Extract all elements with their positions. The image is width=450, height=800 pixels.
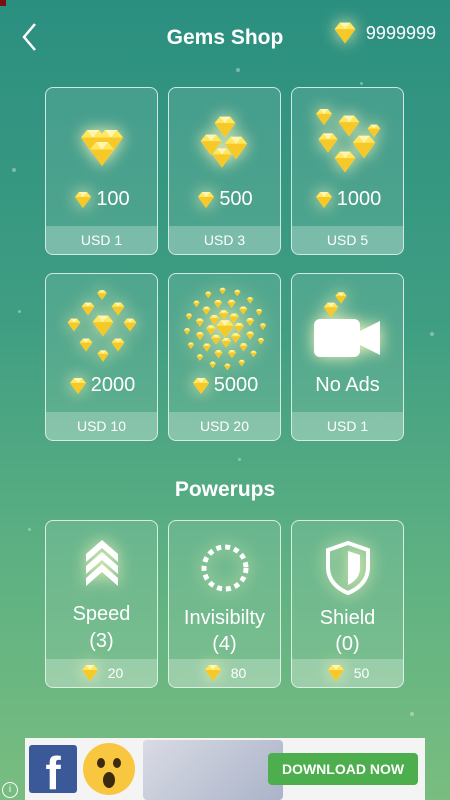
dashed-circle-icon (169, 521, 280, 615)
powerup-name: Speed (72, 603, 131, 625)
sparkle (28, 528, 31, 531)
powerup-shield[interactable]: Shield (0) 50 (291, 520, 404, 688)
gem-icon (196, 190, 216, 210)
shield-icon (292, 521, 403, 615)
facebook-logo-icon: f (29, 745, 77, 799)
price-label: USD 20 (169, 412, 280, 440)
shop-item-no-ads[interactable]: No Ads USD 1 (291, 273, 404, 441)
sparkle (430, 332, 434, 336)
section-title: Powerups (174, 478, 276, 501)
price-label: USD 10 (46, 412, 157, 440)
shop-item-2000[interactable]: 2000 USD 10 (45, 273, 158, 441)
no-ads-label: No Ads (315, 374, 380, 396)
ad-info-icon[interactable]: i (2, 782, 18, 798)
powerup-name: Shield (319, 607, 376, 629)
gem-amount: 2000 (46, 374, 157, 397)
sparkle (360, 82, 363, 85)
gem-icon (73, 190, 93, 210)
gem-icon (68, 376, 88, 396)
gems-small-icon (46, 88, 157, 198)
shop-item-1000[interactable]: 1000 USD 5 (291, 87, 404, 255)
sparkle (18, 310, 21, 313)
price-label: USD 1 (46, 226, 157, 254)
shop-item-100[interactable]: 100 USD 1 (45, 87, 158, 255)
price-label: USD 5 (292, 226, 403, 254)
gem-amount: 500 (169, 188, 280, 211)
powerup-cost: 20 (46, 659, 157, 687)
powerup-speed[interactable]: Speed (3) 20 (45, 520, 158, 688)
camera-icon (292, 274, 403, 384)
powerup-count: (4) (212, 633, 237, 655)
gems-burst-icon (169, 274, 280, 384)
powerup-invisibility[interactable]: Invisibilty (4) 80 (168, 520, 281, 688)
gems-large-icon (292, 88, 403, 198)
sparkle (238, 458, 241, 461)
ad-banner[interactable]: f DOWNLOAD NOW (25, 738, 425, 800)
gem-icon (326, 663, 346, 683)
download-now-button[interactable]: DOWNLOAD NOW (268, 753, 418, 785)
gem-icon (80, 663, 100, 683)
gem-amount: 100 (46, 188, 157, 211)
gems-cluster-icon (46, 274, 157, 384)
gems-medium-icon (169, 88, 280, 198)
gem-icon (314, 190, 334, 210)
sparkle (410, 712, 414, 716)
shop-item-5000[interactable]: 5000 USD 20 (168, 273, 281, 441)
powerup-count: (3) (89, 630, 114, 652)
gem-balance-value: 9999999 (365, 22, 436, 43)
powerup-count: (0) (335, 633, 360, 655)
gem-icon (203, 663, 223, 683)
powerup-name: Invisibilty (183, 607, 266, 629)
gem-balance: 9999999 (332, 20, 436, 46)
powerup-cost: 50 (292, 659, 403, 687)
gem-amount: 1000 (292, 188, 403, 211)
price-label: USD 3 (169, 226, 280, 254)
app-preview-image (143, 740, 283, 800)
gem-icon (332, 20, 358, 46)
chevrons-up-icon (46, 521, 157, 603)
shop-item-500[interactable]: 500 USD 3 (168, 87, 281, 255)
wow-emoji-icon (83, 743, 135, 795)
powerup-cost: 80 (169, 659, 280, 687)
gem-amount: 5000 (169, 374, 280, 397)
sparkle (12, 168, 16, 172)
price-label: USD 1 (292, 412, 403, 440)
gem-icon (191, 376, 211, 396)
top-bar: Gems Shop 9999999 (0, 0, 450, 75)
